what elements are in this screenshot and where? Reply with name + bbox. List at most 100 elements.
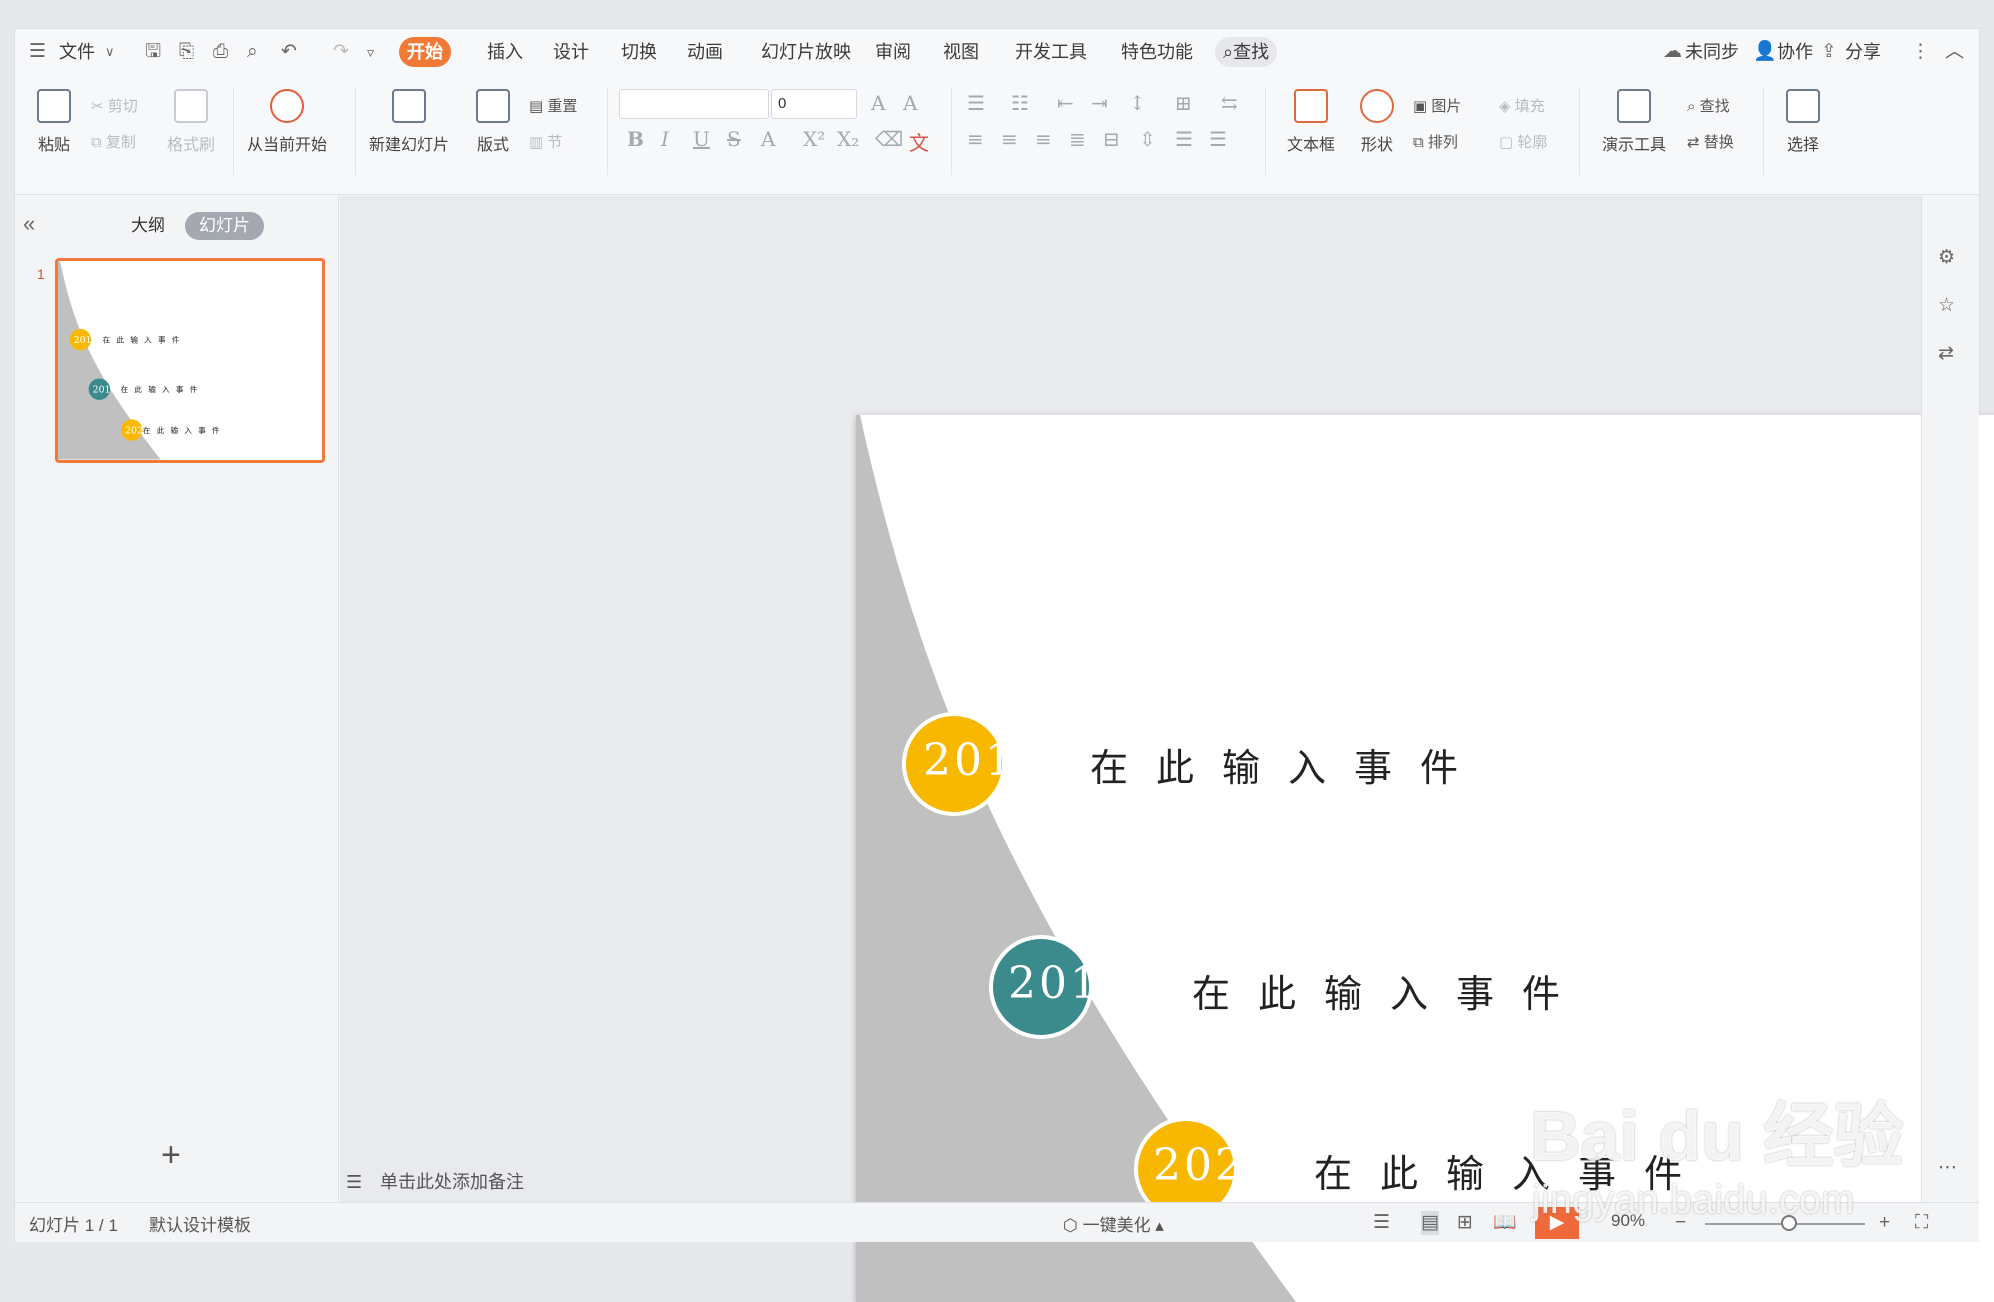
slide-thumbnail[interactable]: 2018 2019 2020 在此输入事件 在此输入事件 在此输入事件 <box>55 258 325 463</box>
chevron-down-icon[interactable]: ∨ <box>105 40 115 64</box>
tab-outline[interactable]: 大纲 <box>117 212 179 240</box>
bold-icon[interactable]: B <box>627 127 644 151</box>
year-label-2019[interactable]: 2019 <box>1008 958 1132 1009</box>
preview-icon[interactable]: ⌕ <box>247 40 258 64</box>
vertical-scrollbar[interactable] <box>1906 206 1916 1186</box>
properties-icon[interactable]: ⚙ <box>1938 246 1955 270</box>
numbering-icon[interactable]: ☷ <box>1011 91 1029 115</box>
search-button[interactable]: ⌕查找 <box>1215 37 1278 67</box>
outline-button[interactable]: ▢ 轮廓 <box>1499 131 1547 152</box>
zoom-in-icon[interactable]: + <box>1879 1211 1890 1235</box>
select-button[interactable]: 选择 <box>1773 89 1833 155</box>
export-icon[interactable]: ⎘ <box>179 40 194 64</box>
from-current-button[interactable]: 从当前开始 <box>237 89 337 155</box>
transfer-icon[interactable]: ⇄ <box>1938 342 1954 366</box>
strikethrough-icon[interactable]: S <box>727 127 741 151</box>
tab-home[interactable]: 开始 <box>399 37 451 67</box>
text-direction-icon[interactable]: ⇆ <box>1221 91 1238 115</box>
replace-button[interactable]: ⇄ 替换 <box>1687 131 1734 152</box>
copy-button[interactable]: ⧉ 复制 <box>91 131 136 152</box>
normal-view-icon[interactable]: ▤ <box>1421 1211 1439 1235</box>
line-spacing-icon[interactable]: ↕ <box>1129 91 1146 115</box>
tab-insert[interactable]: 插入 <box>479 37 531 67</box>
hamburger-icon[interactable]: ☰ <box>29 40 46 64</box>
tab-review[interactable]: 审阅 <box>867 37 919 67</box>
year-label-2018[interactable]: 2018 <box>923 735 1047 786</box>
align-right-icon[interactable]: ≡ <box>1035 127 1052 151</box>
file-menu[interactable]: 文件 <box>51 37 103 67</box>
notes-toggle-icon[interactable]: ☰ <box>1373 1211 1390 1235</box>
font-color-icon[interactable]: A <box>761 127 775 151</box>
section-button[interactable]: ▥ 节 <box>529 131 562 152</box>
fill-button[interactable]: ◈ 填充 <box>1499 95 1545 116</box>
outdent-icon[interactable]: ⇤ <box>1057 91 1074 115</box>
bullets-icon[interactable]: ☰ <box>967 91 985 115</box>
phonetic-icon[interactable]: 文 <box>909 127 929 156</box>
star-icon[interactable]: ☆ <box>1938 294 1955 318</box>
justify-icon[interactable]: ≣ <box>1069 127 1086 151</box>
font-family-select[interactable] <box>619 89 769 119</box>
more-dots-icon[interactable]: ⋯ <box>1938 1156 1957 1180</box>
tab-developer[interactable]: 开发工具 <box>1007 37 1095 67</box>
zoom-slider[interactable] <box>1705 1215 1865 1231</box>
event-text-2018[interactable]: 在此输入事件 <box>1090 737 1486 792</box>
collab-button[interactable]: 协作 <box>1769 37 1821 67</box>
undo-icon[interactable]: ↶ <box>281 40 297 64</box>
save-icon[interactable]: 🖫 <box>145 40 161 64</box>
tab-animations[interactable]: 动画 <box>679 37 731 67</box>
customize-icon[interactable]: ▿ <box>367 40 374 64</box>
distribute-icon[interactable]: ⊟ <box>1103 127 1120 151</box>
shapes-button[interactable]: 形状 <box>1349 89 1405 155</box>
sync-status[interactable]: 未同步 <box>1677 37 1747 67</box>
redo-icon[interactable]: ↷ <box>333 40 349 64</box>
list-spacing-icon[interactable]: ☰ <box>1209 127 1227 151</box>
align-center-icon[interactable]: ≡ <box>1001 127 1018 151</box>
align-left-icon[interactable]: ≡ <box>967 127 984 151</box>
clipboard-icon <box>37 89 71 123</box>
indent-icon[interactable]: ⇥ <box>1091 91 1108 115</box>
template-name[interactable]: 默认设计模板 <box>149 1211 251 1236</box>
layout-button[interactable]: 版式 <box>467 89 519 155</box>
share-icon[interactable]: ⇪ <box>1821 40 1837 64</box>
subscript-icon[interactable]: X₂ <box>837 127 859 151</box>
grow-font-icon[interactable]: A <box>871 91 885 115</box>
new-slide-button[interactable]: 新建幻灯片 <box>359 89 459 155</box>
italic-icon[interactable]: I <box>661 127 669 151</box>
present-tools-button[interactable]: 演示工具 <box>1589 89 1679 155</box>
tab-transitions[interactable]: 切换 <box>613 37 665 67</box>
format-painter-button[interactable]: 格式刷 <box>161 89 221 155</box>
fit-window-icon[interactable]: ⛶ <box>1915 1211 1928 1235</box>
font-size-input[interactable]: 0 <box>771 89 857 119</box>
para-spacing-icon[interactable]: ⇳ <box>1139 127 1156 151</box>
columns-icon[interactable]: ⊞ <box>1175 91 1192 115</box>
picture-button[interactable]: ▣ 图片 <box>1413 95 1461 116</box>
clear-format-icon[interactable]: ⌫ <box>875 127 903 151</box>
tab-view[interactable]: 视图 <box>935 37 987 67</box>
reading-view-icon[interactable]: 📖 <box>1493 1211 1517 1235</box>
event-text-2019[interactable]: 在此输入事件 <box>1192 963 1588 1018</box>
tab-features[interactable]: 特色功能 <box>1113 37 1201 67</box>
shrink-font-icon[interactable]: A <box>903 91 917 115</box>
add-slide-button[interactable]: + <box>161 1136 181 1175</box>
reset-button[interactable]: ▤ 重置 <box>529 95 577 116</box>
beautify-button[interactable]: ⬡ 一键美化 ▴ <box>1063 1211 1164 1236</box>
superscript-icon[interactable]: X² <box>803 127 825 151</box>
underline-icon[interactable]: U <box>693 127 710 151</box>
textbox-button[interactable]: 文本框 <box>1277 89 1345 155</box>
more-icon[interactable]: ⋮ <box>1911 40 1930 64</box>
print-icon[interactable]: ⎙ <box>213 40 228 64</box>
collapse-panel-icon[interactable]: « <box>23 212 35 236</box>
collapse-ribbon-icon[interactable]: ︿ <box>1945 40 1964 64</box>
tab-slides[interactable]: 幻灯片 <box>185 212 264 240</box>
find-button[interactable]: ⌕ 查找 <box>1687 95 1730 116</box>
list-indent-icon[interactable]: ☰ <box>1175 127 1193 151</box>
tab-design[interactable]: 设计 <box>545 37 597 67</box>
paste-button[interactable]: 粘贴 <box>29 89 79 155</box>
cut-button[interactable]: ✂ 剪切 <box>91 95 138 116</box>
brush-icon <box>174 89 208 123</box>
tab-slideshow[interactable]: 幻灯片放映 <box>753 37 859 67</box>
sorter-view-icon[interactable]: ⊞ <box>1457 1211 1473 1235</box>
share-button[interactable]: 分享 <box>1837 37 1889 67</box>
slide-canvas: 2018 2019 2020 在此输入事件 在此输入事件 在此输入事件 ☰ 单击… <box>340 196 1994 1302</box>
arrange-button[interactable]: ⧉ 排列 <box>1413 131 1458 152</box>
